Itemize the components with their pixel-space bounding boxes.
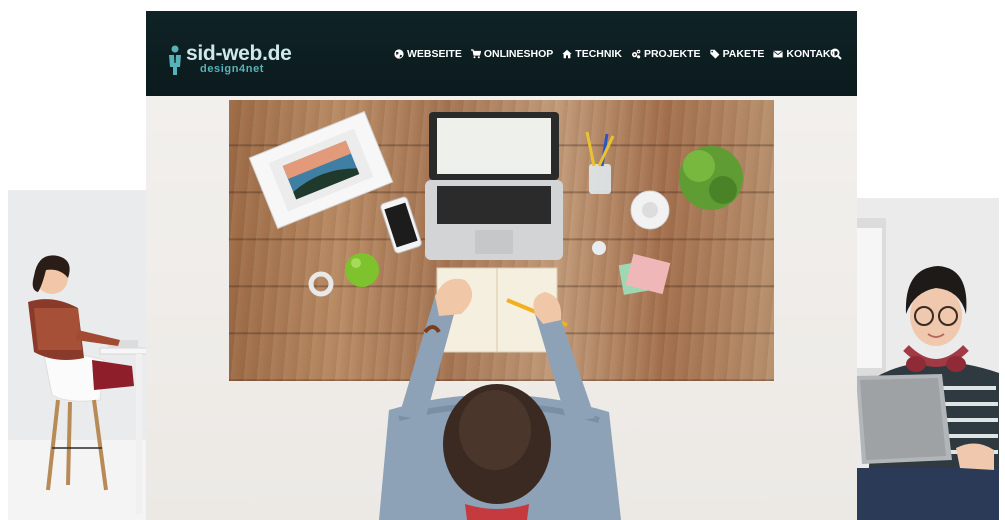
nav-label: PROJEKTE: [643, 48, 701, 60]
nav-label: TECHNIK: [575, 48, 622, 60]
nav-item-onlineshop[interactable]: ONLINESHOP: [470, 48, 554, 60]
tags-icon: [709, 49, 719, 59]
nav-label: WEBSEITE: [407, 48, 462, 60]
logo-text: sid-web.de: [186, 42, 292, 65]
nav-label: ONLINESHOP: [483, 48, 554, 60]
envelope-icon: [773, 50, 784, 58]
nav-label: PAKETE: [722, 48, 765, 60]
right-side-photo: [856, 198, 999, 520]
workspace-illustration: [248, 110, 743, 520]
home-icon: [562, 49, 572, 59]
person-logo-icon: [169, 45, 181, 75]
nav-item-pakete[interactable]: PAKETE: [709, 48, 765, 60]
left-side-photo: [8, 190, 148, 520]
cogs-icon: [631, 49, 641, 59]
nav-item-webseite[interactable]: WEBSEITE: [394, 48, 462, 60]
woman-laptop-illustration: [856, 198, 999, 520]
site-logo[interactable]: sid-web.de design4net: [166, 43, 296, 79]
search-icon[interactable]: [830, 48, 842, 60]
cart-icon: [470, 49, 481, 59]
site-header: sid-web.de design4net WEBSEITE ONLINESHO…: [146, 11, 857, 96]
hero-panel: sid-web.de design4net WEBSEITE ONLINESHO…: [146, 11, 857, 520]
main-navigation: WEBSEITE ONLINESHOP TECHNIK PROJEKTE PAK…: [394, 46, 837, 62]
nav-item-projekte[interactable]: PROJEKTE: [631, 48, 701, 60]
globe-icon: [394, 49, 404, 59]
nav-item-technik[interactable]: TECHNIK: [562, 48, 622, 60]
logo-subtext: design4net: [200, 63, 265, 75]
woman-working-illustration: [8, 190, 148, 520]
nav-item-kontakt[interactable]: KONTAKT: [773, 48, 837, 60]
